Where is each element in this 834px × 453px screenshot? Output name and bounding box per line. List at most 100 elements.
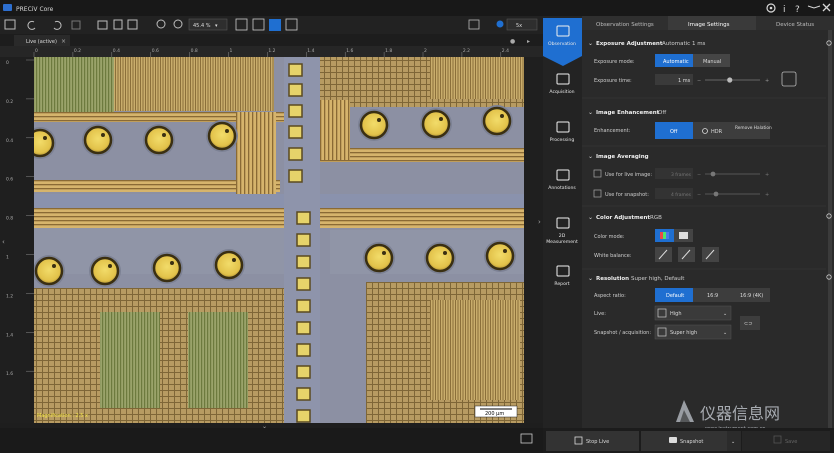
snapshot-resolution-value: Super high [670, 330, 697, 336]
square-pad [296, 343, 311, 357]
app-logo-icon [3, 4, 12, 11]
averaging-snapshot-value: 4 frames [671, 192, 692, 198]
ruler-left-label: 1 [6, 255, 9, 261]
chevron-down-icon: ⌄ [731, 439, 735, 445]
app-window: PRECiV Core i ? 45.4 % ▾ 5x Live (active… [0, 0, 834, 453]
tab-close-icon[interactable]: × [61, 38, 66, 45]
info-icon[interactable]: i [783, 5, 786, 15]
camera-mode-icon[interactable] [496, 20, 504, 28]
pad-probe-mark [101, 133, 105, 137]
rgb-icon [660, 232, 663, 239]
bond-pad [207, 121, 237, 151]
logic-block-bl-green [100, 312, 160, 408]
aspect-16-9-4k-label: 16:9 (4K) [740, 293, 763, 299]
color-summary: RGB [650, 215, 662, 221]
exposure-mode-automatic-label: Automatic [663, 59, 689, 65]
nav-item-label: Acquisition [549, 89, 574, 95]
mono-icon [679, 232, 688, 239]
section-expand-icon[interactable]: ⌄ [588, 214, 593, 221]
pad-probe-mark [500, 114, 504, 118]
snapshot-label: Snapshot [680, 439, 703, 445]
resolution-summary: Super high, Default [631, 276, 685, 282]
watermark-text: 仪器信息网 [700, 404, 780, 423]
square-pad [296, 387, 311, 401]
fit-window-icon[interactable] [269, 19, 281, 31]
nav-column [543, 16, 582, 428]
tab-device-status[interactable]: Device Status [776, 22, 814, 28]
title-bar [0, 0, 834, 16]
camera-mode-value: 5x [516, 23, 522, 29]
ruler-top-label: 1.8 [385, 48, 392, 54]
square-pad [296, 211, 311, 225]
exposure-time-label: Exposure time: [594, 78, 632, 84]
scribe-street-horizontal [34, 194, 524, 210]
enhancement-summary: Off [658, 110, 666, 116]
averaging-live-increase[interactable]: + [765, 172, 769, 178]
tab-live-label: Live (active) [26, 39, 57, 45]
image-tabbar [0, 34, 543, 46]
microscope-image[interactable] [24, 57, 524, 423]
live-resolution-value: High [670, 311, 682, 317]
ruler-top-label: 1 [230, 48, 233, 54]
rgb-icon [663, 232, 666, 239]
magnification-label: Magnification : 2.5 x [37, 413, 88, 419]
live-resolution-label: Live: [594, 311, 606, 317]
bond-pad [364, 243, 394, 273]
rgb-icon [666, 232, 669, 239]
bond-pad [83, 125, 113, 155]
ruler-top-label: 1.6 [346, 48, 353, 54]
pad-probe-mark [162, 133, 166, 137]
pad-probe-mark [443, 251, 447, 255]
exposure-time-decrease[interactable]: − [697, 78, 701, 84]
section-expand-icon[interactable]: ⌄ [588, 275, 593, 282]
averaging-live-slider-thumb[interactable] [710, 171, 716, 177]
ruler-top-label: 2.4 [502, 48, 509, 54]
panel-collapse-arrow-icon[interactable]: › [538, 218, 541, 226]
square-pad [288, 169, 303, 183]
ruler-left-label: 1.4 [6, 332, 13, 338]
scroll-left-arrow-icon[interactable]: ‹ [2, 238, 5, 246]
ruler-top-label: 1.4 [307, 48, 314, 54]
logic-block-bl-green2 [188, 312, 248, 408]
section-expand-icon[interactable]: ⌄ [588, 153, 593, 160]
ruler-top-label: 0.8 [191, 48, 198, 54]
square-pad [288, 125, 303, 139]
ruler-left-label: 0.6 [6, 177, 13, 183]
help-icon[interactable]: ? [795, 5, 800, 15]
exposure-time-slider-thumb[interactable] [727, 77, 733, 83]
averaging-snapshot-decrease[interactable]: − [697, 192, 701, 198]
aspect-default-label: Default [666, 293, 684, 299]
exposure-time-increase[interactable]: + [765, 78, 769, 84]
scale-bar-label: 200 µm [485, 411, 504, 417]
averaging-snapshot-label: Use for snapshot: [605, 192, 649, 198]
averaging-snapshot-slider-thumb[interactable] [713, 191, 719, 197]
square-pad [296, 277, 311, 291]
enhancement-title: Image Enhancement [596, 110, 660, 116]
section-expand-icon[interactable]: ⌄ [588, 109, 593, 116]
panel-scrollbar[interactable] [828, 30, 832, 428]
color-title: Color Adjustment [596, 215, 650, 221]
enhancement-off-label: Off [670, 129, 678, 135]
more-icon[interactable]: ▸ [527, 38, 530, 45]
averaging-snapshot-increase[interactable]: + [765, 192, 769, 198]
averaging-live-decrease[interactable]: − [697, 172, 701, 178]
nav-item-observation[interactable]: Observation [543, 18, 582, 66]
nav-item-label: Measurement [546, 239, 578, 245]
pin-icon[interactable]: ● [510, 38, 515, 45]
image-bottom-strip [0, 428, 543, 453]
tab-observation-settings[interactable]: Observation Settings [596, 22, 654, 28]
pad-probe-mark [439, 117, 443, 121]
square-pad [296, 365, 311, 379]
ruler-top-label: 0 [35, 48, 38, 54]
image-right-margin [524, 57, 543, 423]
section-expand-icon[interactable]: ⌄ [588, 40, 593, 47]
ui-canvas: PRECiV Core i ? 45.4 % ▾ 5x Live (active… [0, 0, 834, 453]
pad-probe-mark [108, 264, 112, 268]
live-resolution-dropdown[interactable] [654, 305, 732, 321]
square-pad [296, 255, 311, 269]
pad-probe-mark [225, 129, 229, 133]
ruler-top-label: 0.4 [113, 48, 120, 54]
chevron-down-icon: ⌄ [723, 311, 727, 317]
nav-item-label: Processing [550, 137, 575, 143]
app-title: PRECiV Core [16, 6, 54, 13]
